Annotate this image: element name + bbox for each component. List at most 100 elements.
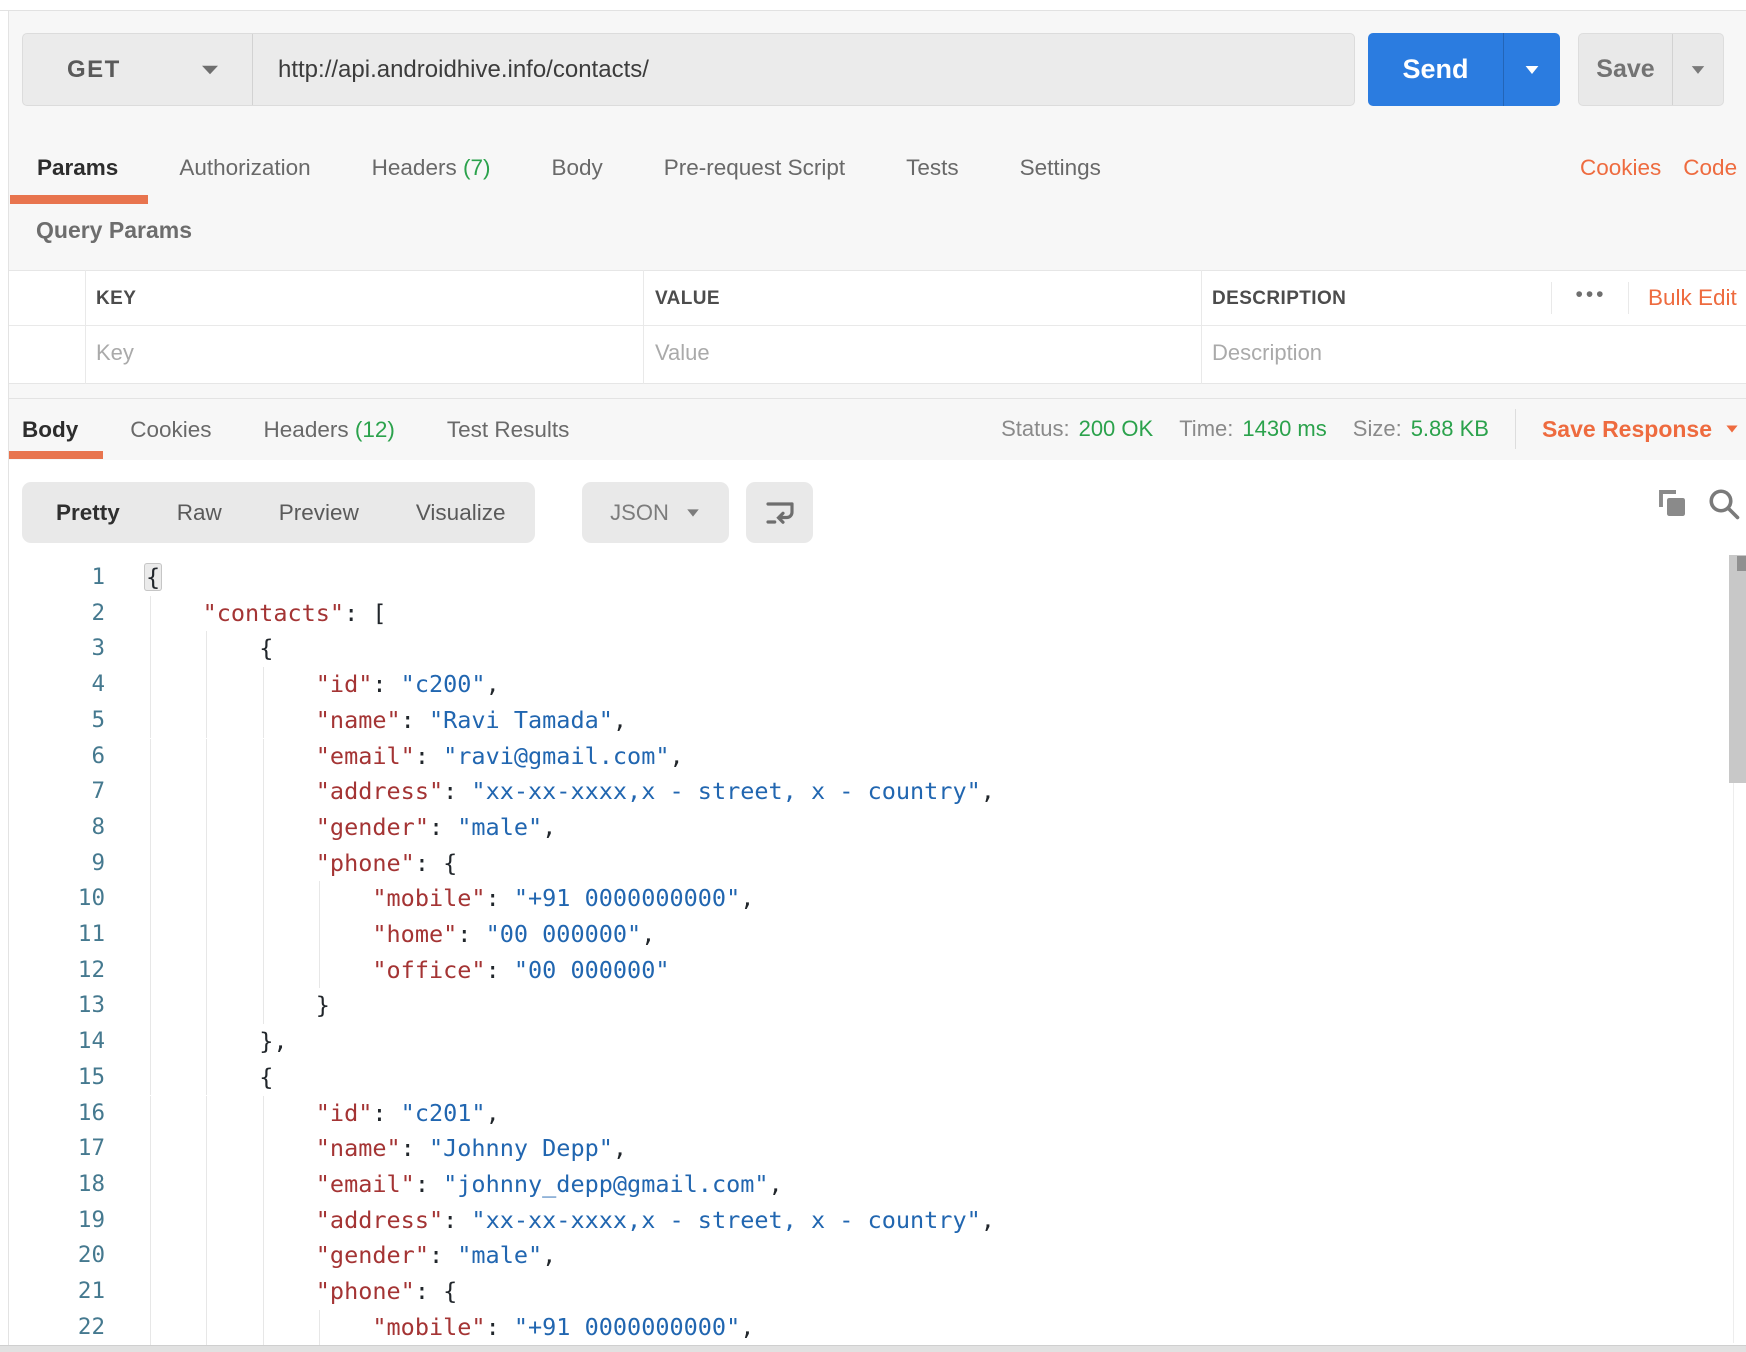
line-number: 12	[77, 956, 105, 983]
tab-body[interactable]: Body	[551, 155, 602, 181]
code-line: "id": "c201",	[315, 1098, 500, 1127]
tab-params[interactable]: Params	[37, 155, 118, 181]
code-line: {	[259, 634, 274, 663]
line-number: 9	[91, 849, 105, 876]
bottom-bar	[0, 1345, 1746, 1352]
code-line: "gender": "male",	[315, 812, 557, 841]
save-button[interactable]: Save	[1578, 33, 1724, 106]
tab-tests[interactable]: Tests	[906, 155, 959, 181]
chevron-down-icon	[1525, 65, 1539, 74]
line-number: 22	[77, 1313, 105, 1340]
line-number: 20	[77, 1242, 105, 1269]
line-number: 3	[91, 635, 105, 662]
response-view-switcher: Pretty Raw Preview Visualize	[22, 482, 536, 543]
line-number: 2	[91, 599, 105, 626]
line-number: 7	[91, 778, 105, 805]
response-meta: Status: 200 OK Time: 1430 ms Size: 5.88 KB …	[930, 398, 1746, 460]
cookies-link[interactable]: Cookies	[1580, 155, 1661, 181]
more-options-icon[interactable]: •••	[1570, 283, 1612, 307]
copy-response-button[interactable]	[1655, 486, 1691, 522]
response-tab-cookies[interactable]: Cookies	[130, 417, 211, 443]
active-response-tab-underline	[9, 451, 103, 459]
code-line: "mobile": "+91 0000000000",	[372, 884, 755, 913]
code-line: "mobile": "+91 0000000000",	[372, 1312, 755, 1341]
request-tabs: Params Authorization Headers (7) Body Pr…	[9, 130, 1309, 205]
view-tab-preview[interactable]: Preview	[279, 500, 359, 526]
save-button-label[interactable]: Save	[1579, 34, 1673, 105]
save-options-button[interactable]	[1673, 34, 1723, 105]
send-button[interactable]: Send	[1368, 33, 1560, 106]
param-key-input[interactable]	[96, 338, 596, 368]
response-headers-count: (12)	[354, 416, 395, 442]
active-tab-underline	[10, 195, 148, 204]
line-number: 11	[77, 921, 105, 947]
tab-authorization[interactable]: Authorization	[179, 155, 310, 181]
bulk-edit-link[interactable]: Bulk Edit	[1648, 285, 1737, 311]
tab-settings[interactable]: Settings	[1020, 155, 1101, 181]
code-line: "id": "c200",	[315, 670, 500, 699]
wrap-lines-button[interactable]	[746, 482, 813, 543]
chevron-down-icon	[1726, 425, 1738, 433]
chevron-down-icon	[202, 65, 218, 74]
code-editor[interactable]: 1 {2 "contacts": [3 {4 "id": "c200", 5 "na…	[9, 548, 1746, 1346]
method-select[interactable]: GET	[23, 34, 253, 105]
response-tab-test-results[interactable]: Test Results	[447, 417, 570, 443]
line-number: 17	[77, 1135, 105, 1162]
code-line: "home": "00 000000",	[372, 920, 656, 948]
url-input[interactable]	[253, 34, 1354, 105]
column-header-description: DESCRIPTION	[1212, 288, 1347, 309]
line-number: 4	[91, 671, 105, 698]
line-number: 10	[77, 885, 105, 912]
line-number: 13	[77, 992, 105, 1019]
code-line: {	[259, 1062, 274, 1091]
param-value-input[interactable]	[655, 338, 1155, 368]
response-tab-body[interactable]: Body	[22, 417, 78, 443]
column-header-value: VALUE	[655, 288, 720, 309]
top-window-strip	[0, 0, 1746, 11]
view-tab-pretty[interactable]: Pretty	[56, 500, 120, 526]
line-number: 1	[91, 564, 105, 590]
code-line: "address": "xx-xx-xxxx,x - street, x - c…	[315, 1205, 995, 1234]
code-line: "email": "johnny_depp@gmail.com",	[315, 1169, 783, 1198]
view-tab-visualize[interactable]: Visualize	[416, 500, 506, 526]
send-options-button[interactable]	[1504, 33, 1560, 106]
line-number: 21	[77, 1278, 105, 1304]
line-number: 19	[77, 1206, 105, 1233]
response-tab-headers[interactable]: Headers (12)	[264, 417, 395, 443]
view-tab-raw[interactable]: Raw	[177, 500, 222, 526]
line-number: 6	[91, 742, 105, 769]
status-badge: Status: 200 OK	[1001, 416, 1154, 441]
line-number: 8	[91, 813, 105, 840]
send-button-label[interactable]: Send	[1368, 33, 1504, 106]
left-pane-edge	[0, 11, 9, 1345]
tab-headers[interactable]: Headers (7)	[372, 155, 491, 181]
chevron-down-icon	[687, 508, 699, 517]
format-select[interactable]: JSON	[582, 482, 729, 543]
code-line: }	[315, 991, 330, 1020]
code-link[interactable]: Code	[1683, 155, 1737, 181]
wrap-text-icon	[765, 501, 794, 524]
param-description-input[interactable]	[1212, 338, 1632, 368]
line-number: 15	[77, 1063, 105, 1090]
query-params-title: Query Params	[36, 217, 192, 243]
code-line: "gender": "male",	[315, 1241, 557, 1270]
save-response-button[interactable]: Save Response	[1542, 416, 1740, 443]
code-line: {	[144, 563, 163, 591]
code-line: "phone": {	[315, 848, 458, 877]
copy-icon	[1659, 490, 1685, 516]
request-url-bar: GET	[22, 33, 1355, 106]
search-response-button[interactable]	[1706, 486, 1742, 522]
tab-pre-request-script[interactable]: Pre-request Script	[664, 155, 845, 181]
scrollbar-thumb[interactable]	[1729, 555, 1746, 783]
scrollbar-annotation-marker	[1737, 556, 1746, 571]
column-header-key: KEY	[96, 288, 137, 309]
line-number: 14	[77, 1028, 105, 1055]
request-links: Cookies Code	[1580, 130, 1746, 205]
line-number: 16	[77, 1099, 105, 1126]
code-line: "name": "Johnny Depp",	[315, 1134, 628, 1163]
code-line: "name": "Ravi Tamada",	[315, 705, 628, 734]
chevron-down-icon	[1691, 65, 1705, 74]
method-label: GET	[67, 55, 121, 83]
code-line: },	[259, 1027, 288, 1056]
code-line: "office": "00 000000"	[372, 955, 670, 984]
